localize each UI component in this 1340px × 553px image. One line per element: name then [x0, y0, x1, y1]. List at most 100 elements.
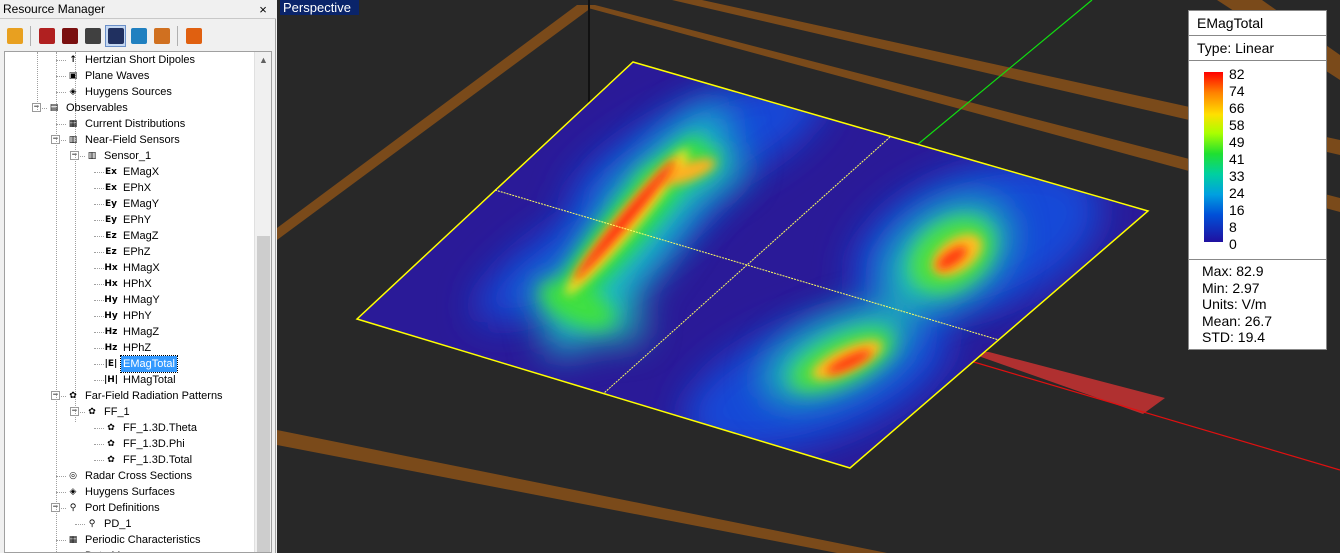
hphz-icon: Hz	[104, 343, 118, 353]
hmagtotal-icon: |H|	[103, 375, 119, 385]
tree-item-label: HMagZ	[123, 326, 160, 338]
view-mode-label[interactable]: Perspective	[280, 0, 359, 15]
circuit-button[interactable]	[151, 25, 172, 47]
tree-connector	[94, 300, 104, 301]
hphx-icon: Hx	[104, 279, 118, 289]
tree-item-emagz[interactable]: Ez EMagZ	[104, 228, 160, 244]
geometry-button[interactable]	[4, 25, 25, 47]
3d-viewport[interactable]: Perspective	[277, 0, 1340, 553]
tree-item-label: FF_1.3D.Phi	[123, 438, 185, 450]
toolbar-separator	[30, 26, 31, 46]
mesh-button[interactable]	[105, 25, 126, 47]
tree-item-ff-1[interactable]: ✿ FF_1	[85, 404, 132, 420]
tree-item-ff-1-3d-phi[interactable]: ✿ FF_1.3D.Phi	[104, 436, 187, 452]
tree-connector	[56, 60, 66, 61]
ephz-icon: Ez	[105, 247, 117, 257]
tree-item-ephy[interactable]: Ey EPhY	[104, 212, 153, 228]
color-legend: EMagTotal Type: Linear 82 74 66 58 49 41 33 24 1…	[1188, 10, 1327, 350]
tree-item-label: PD_1	[104, 518, 132, 530]
tree-connector	[94, 220, 104, 221]
tree-item-huygens-surfaces[interactable]: ◈ Huygens Surfaces	[66, 484, 177, 500]
tree-connector	[94, 172, 104, 173]
resource-tree[interactable]: − − − − − − ↑ Hertzian Short Dipoles ▣ Plane Wav…	[4, 51, 272, 553]
colorbar-ticks: 82 74 66 58 49 41 33 24 16 8 0	[1229, 67, 1289, 251]
axis-y	[916, 0, 1093, 146]
tree-item-label: Observables	[66, 102, 128, 114]
tree-item-label: EMagZ	[123, 230, 159, 242]
tree-connector	[94, 428, 104, 429]
tree-item-hertzian-short-dipoles[interactable]: ↑ Hertzian Short Dipoles	[66, 52, 197, 68]
tree-item-label: Plane Waves	[85, 70, 150, 82]
tree-connector	[94, 188, 104, 189]
material-button[interactable]	[36, 25, 57, 47]
tree-item-current-distributions[interactable]: ▦ Current Distributions	[66, 116, 187, 132]
tree-item-pd-1[interactable]: ⚲ PD_1	[85, 516, 134, 532]
tree-scrollbar[interactable]: ▲	[254, 52, 271, 552]
data-icon: ▦	[66, 549, 80, 552]
tree-item-radar-cross-sections[interactable]: ◎ Radar Cross Sections	[66, 468, 194, 484]
scroll-thumb[interactable]	[257, 236, 270, 552]
tree-item-sensor-1[interactable]: ▥ Sensor_1	[85, 148, 153, 164]
tree-item-label: HPhY	[123, 310, 152, 322]
tree-item-hmagz[interactable]: Hz HMagZ	[104, 324, 161, 340]
tree-item-observables[interactable]: ▤ Observables	[47, 100, 130, 116]
tree-item-label: HMagTotal	[123, 374, 176, 386]
tree-item-label: EPhX	[123, 182, 152, 194]
legend-stats: Max: 82.9 Min: 2.97 Units: V/m Mean: 26.…	[1189, 259, 1326, 351]
dipole-icon: ↑	[69, 55, 77, 65]
far-field-set-icon: ✿	[88, 407, 96, 417]
tree-item-label: Hertzian Short Dipoles	[85, 54, 196, 66]
tree-connector	[94, 284, 104, 285]
tree-item-hmagy[interactable]: Hy HMagY	[104, 292, 162, 308]
tree-item-hphz[interactable]: Hz HPhZ	[104, 340, 153, 356]
hmagx-icon: Hx	[104, 263, 118, 273]
tree-item-label: Radar Cross Sections	[85, 470, 192, 482]
mesh-icon	[107, 28, 124, 44]
waveform-button[interactable]	[59, 25, 80, 47]
radar-cross-section-icon: ◎	[69, 471, 77, 481]
tree-item-emagy[interactable]: Ey EMagY	[104, 196, 161, 212]
tree-item-emagx[interactable]: Ex EMagX	[104, 164, 161, 180]
tree-item-ephx[interactable]: Ex EPhX	[104, 180, 153, 196]
tree-item-hphx[interactable]: Hx HPhX	[104, 276, 154, 292]
port-strip	[967, 352, 1165, 414]
scroll-up-icon[interactable]: ▲	[255, 52, 271, 69]
tree-item-huygens-sources[interactable]: ◈ Huygens Sources	[66, 84, 174, 100]
far-field-phi-icon: ✿	[107, 439, 115, 449]
tree-item-periodic-characteristics[interactable]: ▦ Periodic Characteristics	[66, 532, 203, 548]
tree-item-label: FF_1	[104, 406, 130, 418]
tree-item-plane-waves[interactable]: ▣ Plane Waves	[66, 68, 151, 84]
tree-item-ff-1-3d-theta[interactable]: ✿ FF_1.3D.Theta	[104, 420, 199, 436]
tree-item-far-field-radiation-patterns[interactable]: ✿ Far-Field Radiation Patterns	[66, 388, 225, 404]
stat-units: Units: V/m	[1202, 296, 1267, 312]
close-icon[interactable]: ×	[257, 0, 269, 19]
tree-connector	[94, 252, 104, 253]
tree-item-ff-1-3d-total[interactable]: ✿ FF_1.3D.Total	[104, 452, 194, 468]
tree-item-label: Near-Field Sensors	[85, 134, 180, 146]
tree-item-label: HMagY	[123, 294, 160, 306]
tree-item-emagtotal[interactable]: |E| EMagTotal	[104, 355, 178, 373]
tree-item-hmagx[interactable]: Hx HMagX	[104, 260, 162, 276]
legend-title: EMagTotal	[1189, 11, 1326, 36]
tree-item-label: FF_1.3D.Theta	[123, 422, 197, 434]
tree-connector	[56, 476, 66, 477]
tree-item-port-definitions[interactable]: ⚲ Port Definitions	[66, 500, 162, 516]
antenna-button[interactable]	[128, 25, 149, 47]
tree-item-label: EMagTotal	[120, 355, 178, 373]
tree-item-hmagtotal[interactable]: |H| HMagTotal	[104, 372, 178, 388]
tree-item-label: Sensor_1	[104, 150, 152, 162]
stat-min: Min: 2.97	[1202, 279, 1260, 296]
legend-type: Type: Linear	[1189, 36, 1326, 61]
tree-item-data-m[interactable]: ▦Data M	[66, 548, 122, 552]
tree-item-hphy[interactable]: Hy HPhY	[104, 308, 154, 324]
tree-item-label: FF_1.3D.Total	[123, 454, 193, 466]
tree-item-label: EMagX	[123, 166, 160, 178]
far-field-theta-icon: ✿	[107, 423, 115, 433]
tree-connector	[75, 524, 85, 525]
hmagy-icon: Hy	[104, 295, 118, 305]
tree-item-near-field-sensors[interactable]: ▥ Near-Field Sensors	[66, 132, 182, 148]
colorbar-tick-label: 49	[1229, 134, 1245, 150]
script-button[interactable]	[183, 25, 204, 47]
sensor-button[interactable]	[82, 25, 103, 47]
tree-item-ephz[interactable]: Ez EPhZ	[104, 244, 153, 260]
